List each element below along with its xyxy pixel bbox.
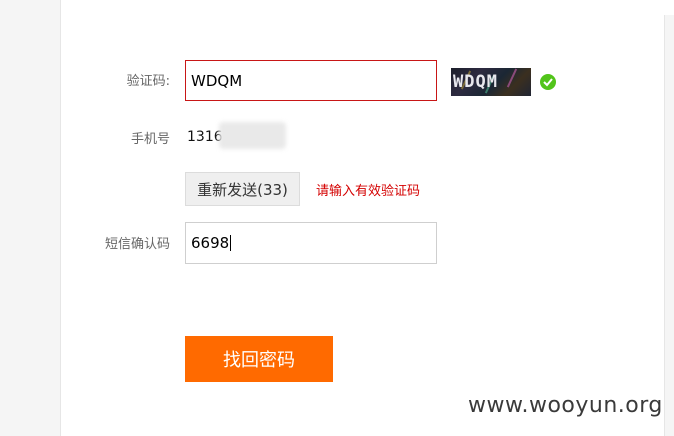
resend-sms-button[interactable]: 重新发送(33) <box>185 172 300 206</box>
text-caret <box>230 235 232 251</box>
right-border-strip <box>664 15 674 436</box>
captcha-image[interactable]: WDQM <box>451 68 531 96</box>
phone-label: 手机号 <box>130 132 170 147</box>
phone-redaction-blur <box>219 122 286 149</box>
sms-code-label: 短信确认码 <box>104 237 170 252</box>
watermark-text: www.wooyun.org <box>468 393 663 418</box>
left-sidebar-strip <box>0 0 61 436</box>
sms-code-input[interactable]: 6698 <box>185 222 437 264</box>
check-circle-icon <box>540 74 556 90</box>
captcha-label: 验证码: <box>126 74 170 89</box>
phone-value: 1316 <box>187 129 223 145</box>
captcha-input-value: WDQM <box>191 71 243 90</box>
sms-code-input-value: 6698 <box>191 234 230 252</box>
captcha-image-text: WDQM <box>453 72 498 92</box>
captcha-input[interactable]: WDQM <box>185 60 437 101</box>
captcha-error-message: 请输入有效验证码 <box>316 184 421 199</box>
recover-password-button[interactable]: 找回密码 <box>185 336 333 382</box>
